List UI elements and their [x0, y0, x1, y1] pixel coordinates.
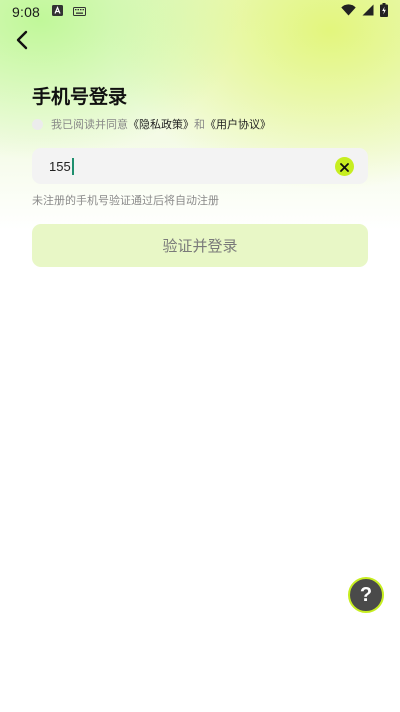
user-agreement-link[interactable]: 《用户协议》	[205, 116, 271, 132]
agreement-prefix: 我已阅读并同意	[51, 118, 128, 131]
privacy-policy-link[interactable]: 《隐私政策》	[128, 116, 194, 132]
back-button[interactable]	[8, 28, 36, 56]
status-right-icons	[341, 3, 388, 21]
agree-checkbox[interactable]	[32, 118, 43, 130]
text-caret	[71, 157, 74, 175]
agreement-row: 我已阅读并同意 《隐私政策》 和 《用户协议》	[32, 116, 271, 132]
text-a-icon	[52, 4, 64, 20]
clear-input-button[interactable]	[335, 156, 354, 176]
help-button[interactable]: ?	[348, 577, 384, 613]
signal-icon	[362, 4, 374, 20]
page-title: 手机号登录	[32, 86, 128, 108]
verify-login-button[interactable]: 验证并登录	[32, 224, 368, 267]
phone-input[interactable]: 155	[49, 157, 74, 175]
status-time: 9:08	[12, 4, 41, 20]
wifi-icon	[341, 4, 356, 20]
status-bar: 9:08	[0, 0, 400, 24]
keyboard-icon	[73, 4, 87, 20]
status-left-icons	[52, 4, 87, 20]
battery-charging-icon	[380, 3, 388, 21]
help-icon: ?	[359, 583, 373, 606]
chevron-left-icon	[15, 30, 29, 54]
agreement-conjunction: 和	[194, 118, 205, 131]
auto-register-hint: 未注册的手机号验证通过后将自动注册	[32, 194, 219, 207]
phone-input-value: 155	[49, 158, 71, 174]
phone-input-box[interactable]: 155	[32, 148, 368, 184]
close-circle-icon	[340, 157, 349, 176]
